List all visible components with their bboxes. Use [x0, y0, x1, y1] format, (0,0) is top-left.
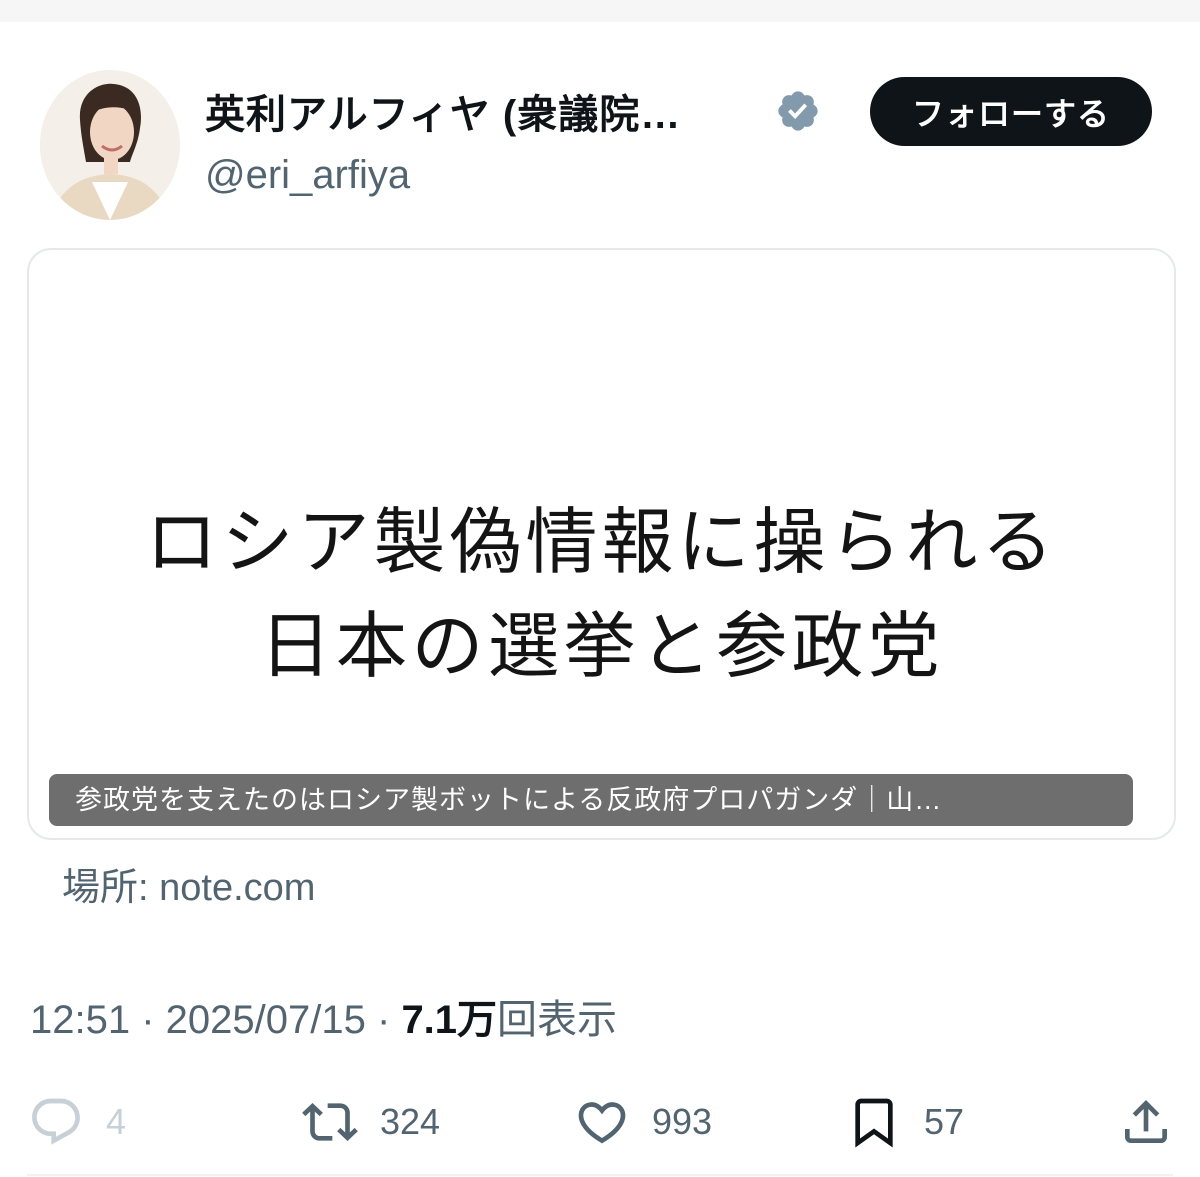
share-button[interactable]: [1118, 1090, 1174, 1154]
top-edge: [0, 0, 1200, 22]
link-card[interactable]: ロシア製偽情報に操られる 日本の選挙と参政党 参政党を支えたのはロシア製ボットに…: [27, 248, 1176, 840]
repost-icon: [302, 1103, 358, 1141]
card-caption: 参政党を支えたのはロシア製ボットによる反政府プロパガンダ｜山…: [49, 774, 1133, 826]
card-source[interactable]: 場所: note.com: [62, 856, 315, 911]
author-handle[interactable]: @eri_arfiya: [205, 153, 410, 198]
avatar-image: [40, 70, 180, 220]
tweet-meta: 12:51 · 2025/07/15 · 7.1万回表示: [30, 987, 617, 1045]
views-label: 回表示: [497, 998, 618, 1042]
card-headline-line2: 日本の選挙と参政党: [259, 604, 944, 688]
divider: [27, 1174, 1173, 1176]
bookmark-count: 57: [924, 1101, 965, 1142]
avatar[interactable]: [40, 70, 180, 220]
bookmark-button[interactable]: 57: [846, 1090, 964, 1154]
tweet-date[interactable]: 2025/07/15: [166, 998, 366, 1042]
author-name[interactable]: 英利アルフィヤ (衆議院…: [205, 82, 681, 140]
card-headline: ロシア製偽情報に操られる 日本の選挙と参政党: [29, 490, 1174, 698]
tweet-time[interactable]: 12:51: [30, 998, 130, 1042]
action-bar: 4 324 993 57: [0, 1090, 1200, 1160]
like-icon: [578, 1102, 626, 1144]
like-button[interactable]: 993: [574, 1090, 712, 1154]
verified-badge-icon: [778, 91, 818, 131]
share-icon: [1125, 1100, 1167, 1143]
reply-icon: [32, 1098, 80, 1145]
reply-button[interactable]: 4: [28, 1090, 126, 1154]
bookmark-icon: [855, 1098, 893, 1148]
follow-button[interactable]: フォローする: [870, 77, 1152, 146]
like-count: 993: [652, 1101, 713, 1142]
meta-separator: ·: [141, 998, 166, 1042]
views-count: 7.1万: [401, 998, 498, 1042]
meta-separator: ·: [377, 998, 402, 1042]
reply-count: 4: [106, 1101, 127, 1142]
repost-count: 324: [380, 1101, 441, 1142]
card-headline-line1: ロシア製偽情報に操られる: [145, 500, 1058, 584]
repost-button[interactable]: 324: [302, 1090, 440, 1154]
